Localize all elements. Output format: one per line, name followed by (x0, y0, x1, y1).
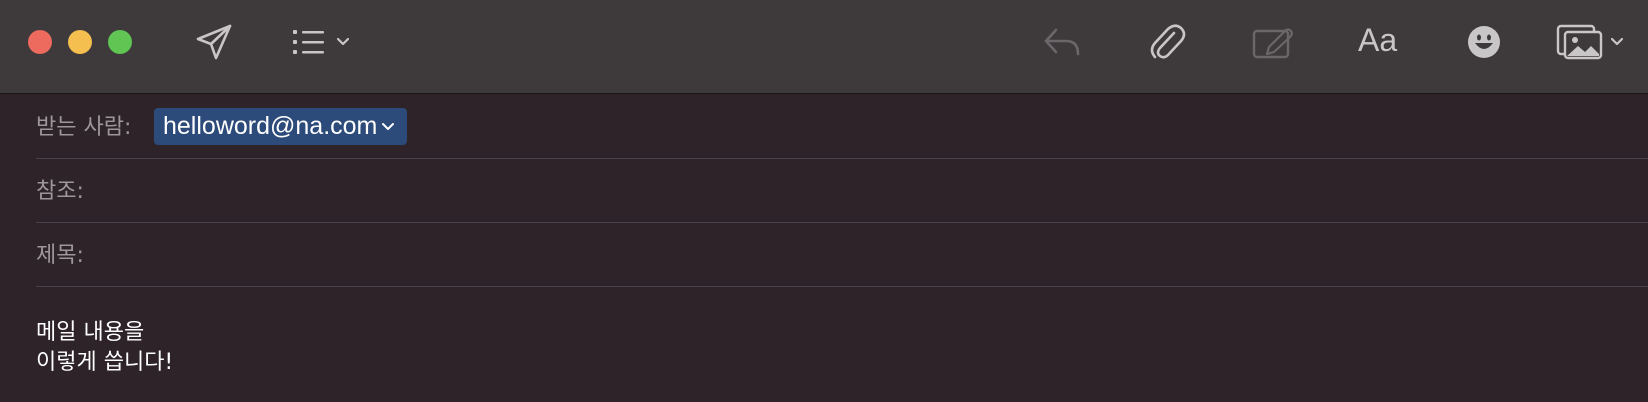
body-line: 이렇게 씁니다! (36, 350, 174, 375)
chevron-down-icon[interactable] (381, 122, 395, 132)
list-icon (293, 30, 350, 54)
markup-icon (1252, 28, 1293, 59)
emoji-button[interactable] (1466, 24, 1502, 60)
mail-compose-window: Aa 받는 사람: helloword@na.com 참조: 제목: 메일 내용… (0, 0, 1648, 402)
list-format-button[interactable] (290, 24, 356, 60)
message-body[interactable]: 메일 내용을 이렇게 씁니다! (36, 318, 1616, 378)
close-window-button[interactable] (28, 30, 52, 54)
markup-button[interactable] (1250, 22, 1294, 62)
attach-button[interactable] (1147, 20, 1187, 64)
to-label: 받는 사람: (36, 115, 132, 140)
send-button[interactable] (192, 22, 236, 62)
to-field-row[interactable]: 받는 사람: helloword@na.com (36, 94, 1648, 159)
body-line: 메일 내용을 (36, 320, 145, 345)
emoji-icon (1468, 26, 1500, 58)
zoom-window-button[interactable] (108, 30, 132, 54)
reply-arrow-icon (1044, 28, 1080, 56)
font-button[interactable]: Aa (1358, 22, 1397, 59)
cc-field-row[interactable]: 참조: (36, 158, 1648, 223)
subject-label: 제목: (36, 243, 84, 268)
photo-browser-icon (1556, 24, 1624, 60)
paperclip-icon (1150, 24, 1186, 59)
minimize-window-button[interactable] (68, 30, 92, 54)
reply-button[interactable] (1040, 22, 1084, 62)
photo-browser-button[interactable] (1556, 20, 1628, 64)
chevron-down-icon (336, 37, 350, 46)
recipient-address: helloword@na.com (163, 112, 378, 140)
chevron-down-icon (1610, 37, 1624, 46)
recipient-token[interactable]: helloword@na.com (154, 108, 408, 145)
toolbar: Aa (0, 0, 1648, 94)
paper-plane-icon (196, 24, 232, 60)
cc-label: 참조: (36, 179, 84, 204)
subject-field-row[interactable]: 제목: (36, 222, 1648, 287)
